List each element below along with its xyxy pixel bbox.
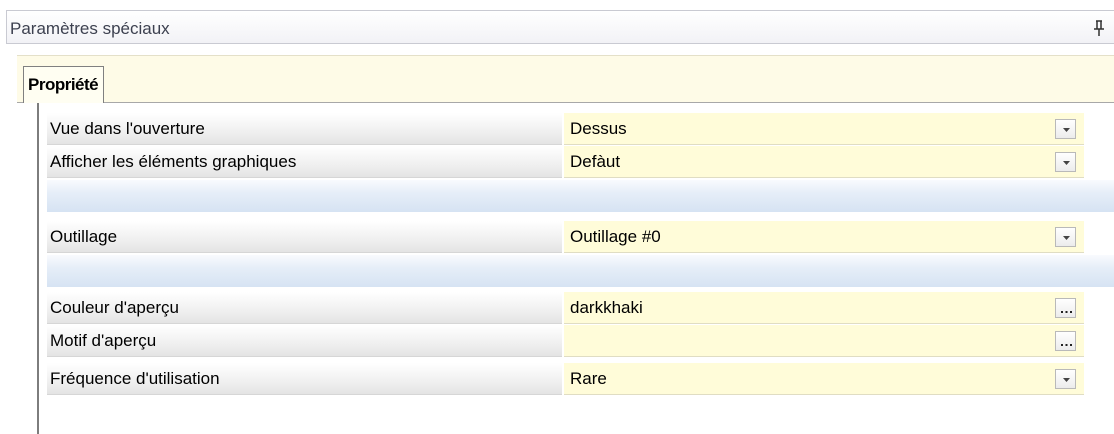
property-value-dropdown[interactable]: Rare	[564, 363, 1084, 395]
pin-icon[interactable]	[1092, 19, 1106, 37]
ellipsis-icon	[1061, 344, 1072, 346]
ellipsis-button[interactable]	[1055, 298, 1076, 318]
tab-strip: Propriété	[17, 55, 1114, 103]
property-value-dropdown[interactable]: Defàut	[564, 146, 1084, 178]
panel-title-bar: Paramètres spéciaux	[6, 10, 1114, 44]
chevron-down-icon	[1063, 378, 1070, 382]
property-value-text[interactable]: darkkhaki	[564, 292, 1084, 324]
dropdown-button[interactable]	[1055, 369, 1076, 389]
ellipsis-button[interactable]	[1055, 331, 1076, 351]
property-value: darkkhaki	[570, 298, 643, 317]
category-separator[interactable]	[47, 255, 1114, 287]
dropdown-button[interactable]	[1055, 152, 1076, 172]
property-row-vue: Vue dans l'ouverture Dessus	[47, 113, 1084, 145]
property-row-motif: Motif d'aperçu	[47, 325, 1084, 357]
dropdown-button[interactable]	[1055, 119, 1076, 139]
property-label: Vue dans l'ouverture	[47, 113, 562, 145]
chevron-down-icon	[1063, 128, 1070, 132]
property-value-dropdown[interactable]: Dessus	[564, 113, 1084, 145]
property-row-outillage: Outillage Outillage #0	[47, 221, 1084, 253]
chevron-down-icon	[1063, 161, 1070, 165]
property-label: Afficher les éléments graphiques	[47, 146, 562, 178]
property-label: Motif d'aperçu	[47, 325, 562, 357]
tab-propriete[interactable]: Propriété	[23, 66, 105, 103]
property-value-text[interactable]	[564, 325, 1084, 357]
property-value: Defàut	[570, 152, 621, 171]
category-separator[interactable]	[47, 180, 1114, 212]
property-label: Outillage	[47, 221, 562, 253]
special-parameters-panel: Paramètres spéciaux Propriété Vue dans l…	[0, 0, 1114, 434]
property-value: Rare	[570, 369, 607, 388]
property-grid: Vue dans l'ouverture Dessus Afficher les…	[37, 103, 1114, 434]
property-value: Outillage #0	[570, 227, 661, 246]
property-label: Couleur d'aperçu	[47, 292, 562, 324]
property-label: Fréquence d'utilisation	[47, 363, 562, 395]
property-value-dropdown[interactable]: Outillage #0	[564, 221, 1084, 253]
property-value: Dessus	[570, 119, 627, 138]
chevron-down-icon	[1063, 236, 1070, 240]
property-row-afficher: Afficher les éléments graphiques Defàut	[47, 146, 1084, 178]
dropdown-button[interactable]	[1055, 227, 1076, 247]
ellipsis-icon	[1061, 311, 1072, 313]
property-row-couleur: Couleur d'aperçu darkkhaki	[47, 292, 1084, 324]
property-row-frequence: Fréquence d'utilisation Rare	[47, 363, 1084, 395]
panel-title: Paramètres spéciaux	[10, 19, 170, 38]
